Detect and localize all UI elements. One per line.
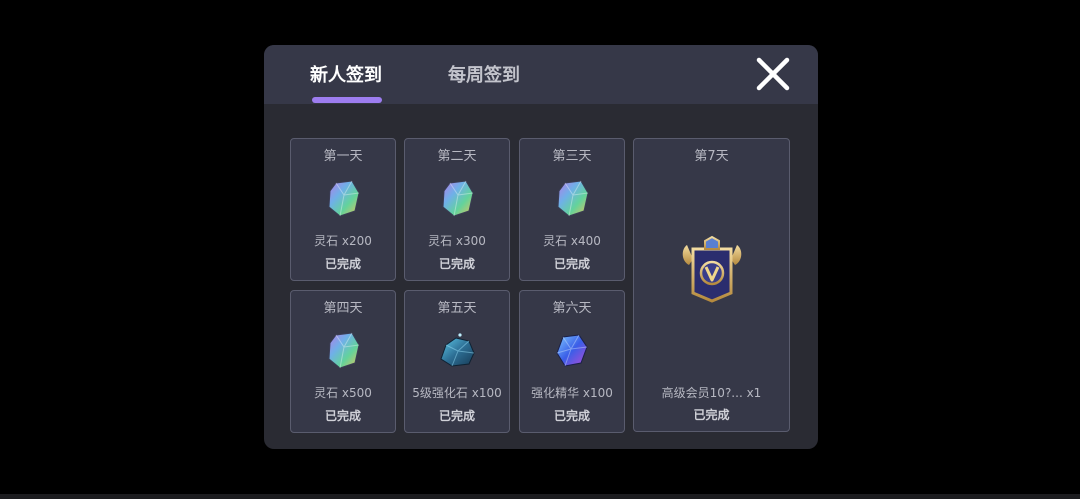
day-card-5[interactable]: 第五天 5级强化石 x100 已完成 [404,290,510,433]
reward-label: 灵石 x200 [314,234,372,248]
rainbow-crystal-icon [557,180,589,217]
rainbow-crystal-icon [328,180,360,217]
rainbow-crystal-icon [328,332,360,369]
day-title: 第二天 [437,149,477,164]
enhance-stone-icon [440,333,475,367]
day-title: 第六天 [552,301,592,316]
active-tab-indicator [312,97,382,103]
status-label: 已完成 [553,409,590,423]
day-title: 第一天 [323,149,363,164]
day-card-3[interactable]: 第三天 灵石 x400 已完成 [519,138,625,281]
status-label: 已完成 [324,257,361,271]
enhance-essence-icon [556,334,588,367]
status-label: 已完成 [438,409,475,423]
close-icon [756,57,790,91]
reward-label: 灵石 x400 [543,234,601,248]
bottom-edge-bar [0,494,1080,499]
day-title: 第五天 [437,301,477,316]
tab-newbie-sign-in[interactable]: 新人签到 [310,63,382,89]
day-card-7[interactable]: 第7天 高级会员10?... x1 已完成 [633,138,790,432]
tab-weekly-sign-in[interactable]: 每周签到 [448,63,520,89]
reward-label: 5级强化石 x100 [412,386,502,400]
day-title: 第三天 [552,149,592,164]
day-card-4[interactable]: 第四天 灵石 x500 已完成 [290,290,396,433]
game-screen: 新人签到 每周签到 第一天 灵石 x200 已完成 第二天 灵石 x300 已完… [0,0,1080,499]
vip-badge-icon [682,235,741,303]
reward-label: 高级会员10?... x1 [661,386,762,400]
reward-label: 灵石 x300 [428,234,486,248]
day-card-2[interactable]: 第二天 灵石 x300 已完成 [404,138,510,281]
sign-in-modal: 新人签到 每周签到 第一天 灵石 x200 已完成 第二天 灵石 x300 已完… [264,45,818,449]
day-title: 第7天 [694,149,729,164]
status-label: 已完成 [438,257,475,271]
day-title: 第四天 [323,301,363,316]
close-button[interactable] [754,55,792,93]
modal-header: 新人签到 每周签到 [264,45,818,104]
day-card-1[interactable]: 第一天 灵石 x200 已完成 [290,138,396,281]
status-label: 已完成 [553,257,590,271]
status-label: 已完成 [324,409,361,423]
reward-label: 强化精华 x100 [531,386,613,400]
reward-label: 灵石 x500 [314,386,372,400]
day-card-6[interactable]: 第六天 强化精华 x100 已完成 [519,290,625,433]
status-label: 已完成 [693,408,730,422]
rainbow-crystal-icon [442,180,474,217]
